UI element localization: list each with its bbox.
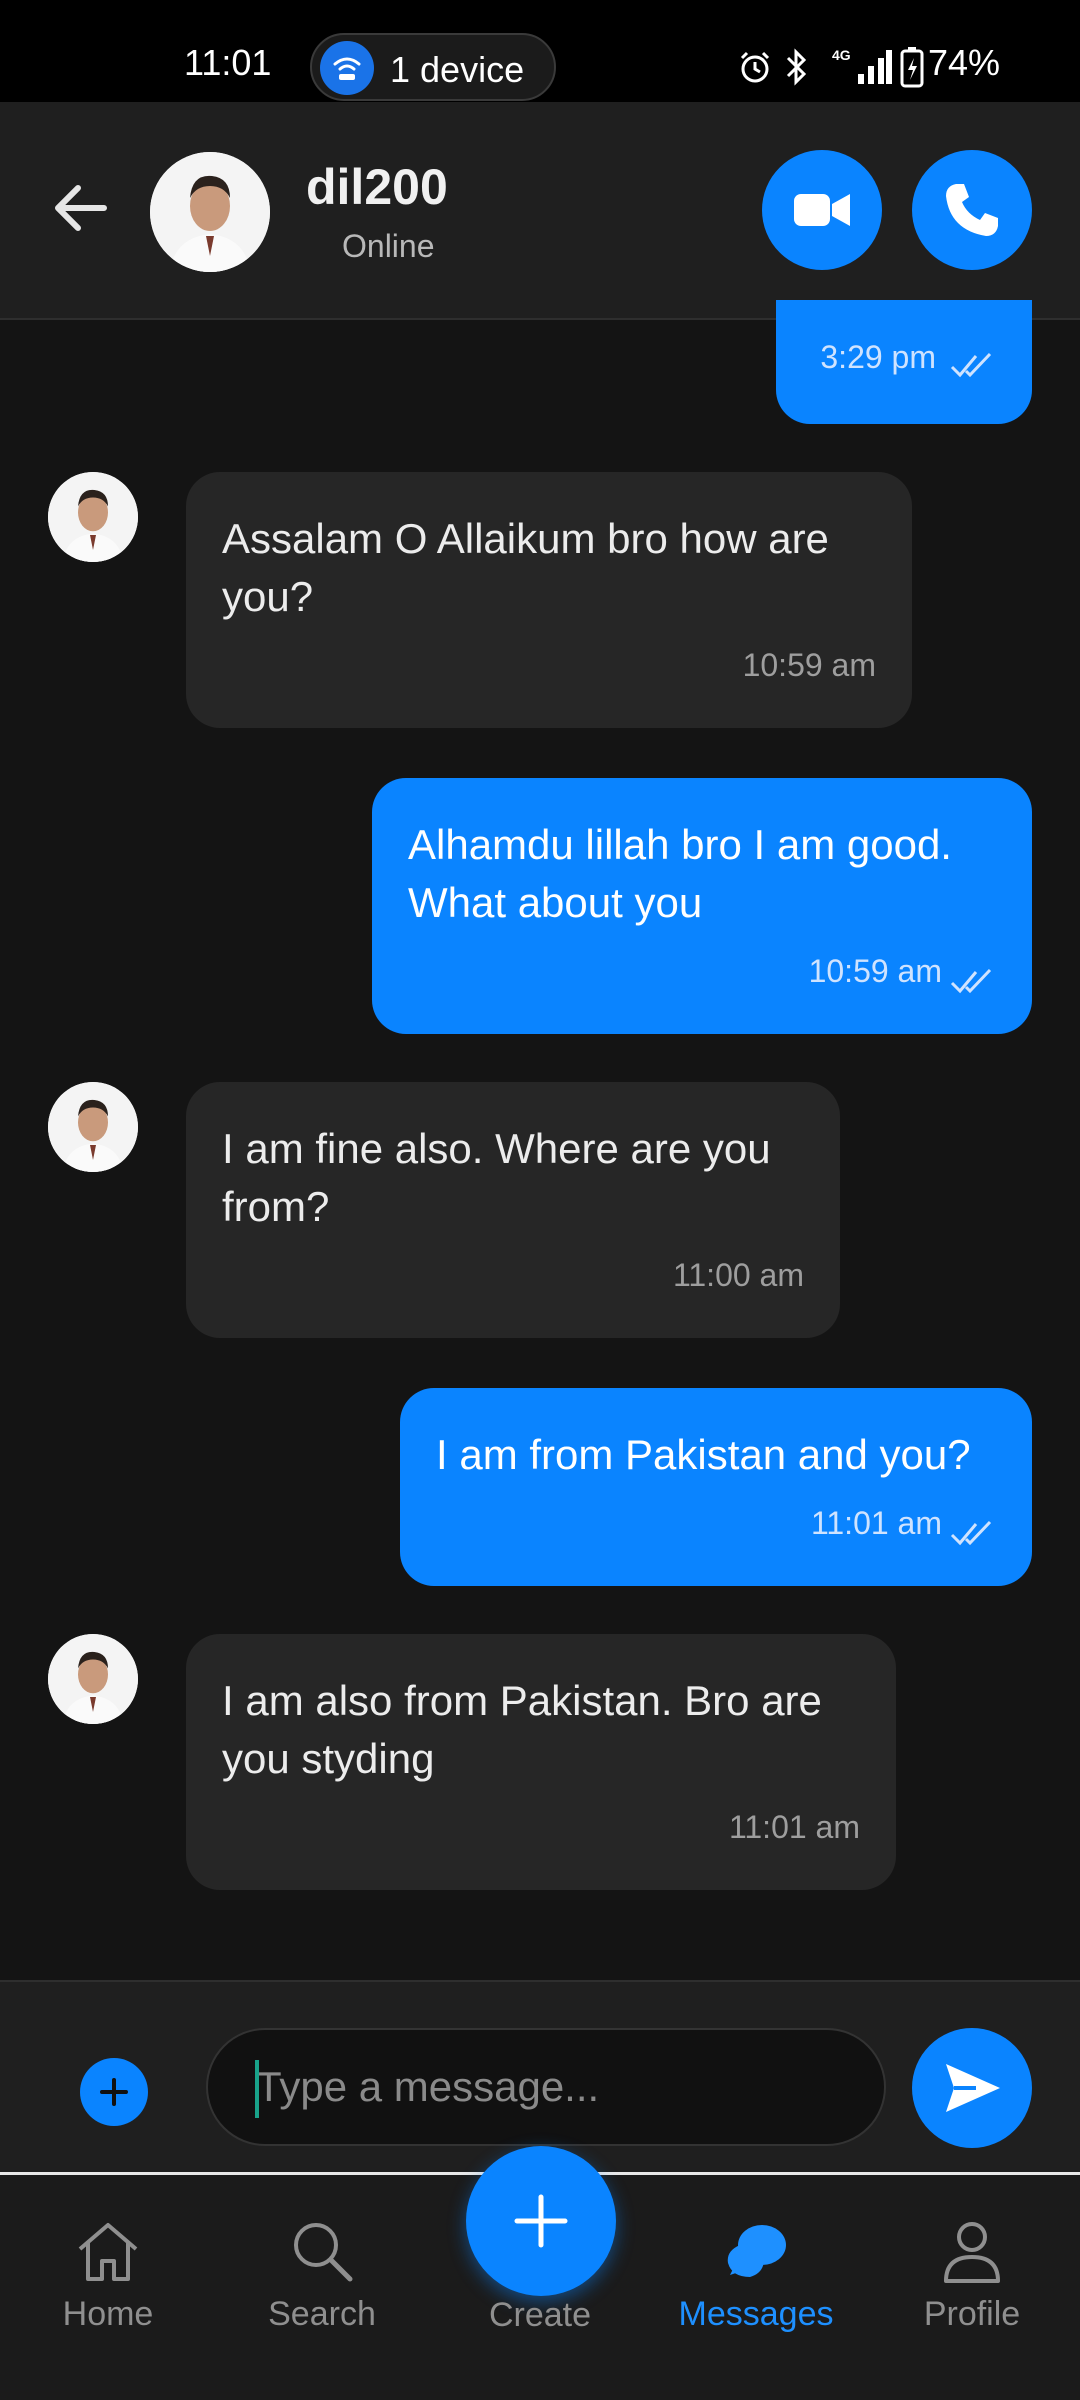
message-time: 3:29 pm	[820, 339, 936, 375]
status-time: 11:01	[184, 42, 272, 83]
message-bubble-outgoing[interactable]: 3:29 pm	[776, 300, 1032, 424]
nav-profile-label: Profile	[923, 2295, 1021, 2333]
search-icon	[294, 2223, 353, 2282]
signal-icon: 4G	[832, 47, 892, 84]
read-receipt-icon	[950, 968, 992, 994]
message-time: 10:59 am	[742, 647, 876, 683]
chat-bubbles-icon	[727, 2225, 786, 2277]
message-bubble-incoming[interactable]: I am fine also. Where are you from? 11:0…	[186, 1082, 840, 1338]
message-time: 10:59 am	[808, 953, 942, 989]
read-receipt-icon	[950, 352, 992, 378]
bluetooth-icon	[786, 48, 807, 86]
message-time: 11:00 am	[672, 1257, 804, 1293]
message-bubble-incoming[interactable]: Assalam O Allaikum bro how are you? 10:5…	[186, 472, 912, 728]
plus-icon	[514, 2194, 568, 2248]
nav-messages[interactable]: Messages	[656, 2215, 856, 2375]
nav-search-label: Search	[268, 2295, 376, 2333]
battery-charging-icon	[900, 47, 924, 88]
nav-home[interactable]: Home	[8, 2215, 208, 2375]
plus-icon	[100, 2078, 128, 2106]
send-button[interactable]	[912, 2028, 1032, 2148]
message-text: Assalam O Allaikum bro how are you?	[222, 515, 829, 620]
sender-avatar[interactable]	[48, 472, 138, 562]
create-button[interactable]	[466, 2146, 616, 2296]
sender-avatar[interactable]	[48, 1082, 138, 1172]
message-time: 11:01 am	[728, 1809, 860, 1845]
video-camera-icon	[794, 194, 850, 226]
svg-text:4G: 4G	[832, 47, 851, 63]
message-text: Alhamdu lillah bro I am good. What about…	[408, 821, 952, 926]
alarm-icon	[740, 51, 770, 83]
chat-header: dil200 Online	[0, 102, 1080, 320]
user-icon	[944, 2222, 1000, 2283]
attach-button[interactable]	[80, 2058, 148, 2126]
message-bubble-outgoing[interactable]: Alhamdu lillah bro I am good. What about…	[372, 778, 1032, 1034]
back-button[interactable]	[50, 178, 120, 238]
nav-search[interactable]: Search	[222, 2215, 422, 2375]
nav-create-label: Create	[488, 2296, 592, 2334]
chat-screen: 11:01 1 device 4G 74% dil200 Online 3:29…	[0, 0, 1080, 2400]
message-bubble-incoming[interactable]: I am also from Pakistan. Bro are you sty…	[186, 1634, 896, 1890]
message-time: 11:01 am	[810, 1505, 942, 1541]
phone-icon	[946, 184, 998, 236]
read-receipt-icon	[950, 1520, 992, 1546]
send-icon	[946, 2064, 1000, 2112]
message-bubble-outgoing[interactable]: I am from Pakistan and you? 11:01 am	[400, 1388, 1032, 1586]
wifi-hotspot-icon	[320, 41, 374, 95]
device-count-label: 1 device	[390, 49, 525, 90]
contact-avatar[interactable]	[150, 152, 270, 272]
nav-messages-label: Messages	[678, 2295, 834, 2333]
battery-percent: 74%	[928, 42, 1001, 83]
sender-avatar[interactable]	[48, 1634, 138, 1724]
nav-home-label: Home	[62, 2295, 154, 2333]
message-composer	[0, 1980, 1080, 2172]
message-text: I am fine also. Where are you from?	[222, 1125, 771, 1230]
status-bar: 11:01 1 device 4G 74%	[0, 0, 1080, 102]
nav-profile[interactable]: Profile	[872, 2215, 1072, 2375]
message-text: I am from Pakistan and you?	[436, 1431, 971, 1478]
voice-call-button[interactable]	[912, 150, 1032, 270]
contact-name: dil200	[306, 159, 448, 215]
video-call-button[interactable]	[762, 150, 882, 270]
text-cursor	[255, 2060, 259, 2118]
contact-online-status: Online	[342, 228, 435, 264]
message-input[interactable]	[206, 2028, 886, 2146]
home-icon	[78, 2223, 138, 2281]
message-text: I am also from Pakistan. Bro are you sty…	[222, 1677, 822, 1782]
connected-device-pill[interactable]: 1 device	[310, 33, 556, 101]
arrow-left-icon	[55, 185, 107, 231]
